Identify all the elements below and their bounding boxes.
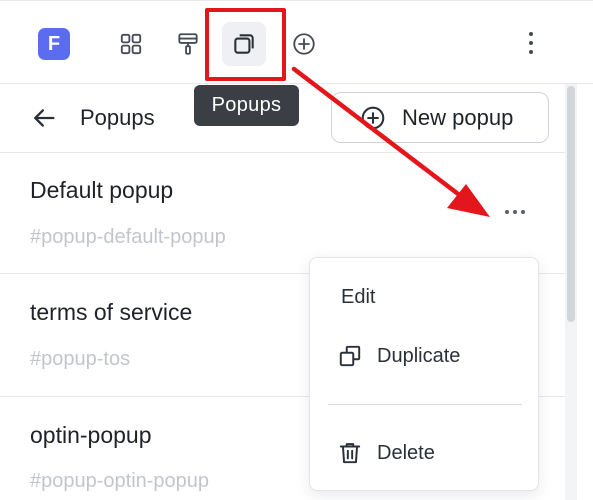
paint-roller-button[interactable] (166, 22, 210, 66)
divider (0, 152, 566, 153)
plus-circle-icon (361, 106, 385, 129)
app-window: F Popups Popups New popup Default popup … (0, 0, 593, 500)
popup-slug: #popup-optin-popup (30, 470, 210, 492)
popup-slug: #popup-default-popup (30, 226, 226, 248)
menu-item-delete[interactable]: Delete (310, 433, 538, 473)
more-horizontal-icon[interactable] (498, 202, 532, 222)
trash-icon (339, 443, 361, 464)
top-toolbar: F (0, 0, 593, 84)
grid-icon (120, 33, 142, 55)
app-logo[interactable]: F (38, 28, 70, 60)
menu-separator (328, 404, 522, 405)
grid-icon-button[interactable] (109, 22, 153, 66)
popup-title[interactable]: terms of service (30, 299, 192, 326)
add-button[interactable] (282, 22, 326, 66)
menu-item-label: Edit (341, 285, 376, 308)
new-popup-button[interactable]: New popup (331, 92, 549, 143)
panel-title: Popups (80, 105, 155, 130)
menu-item-label: Delete (377, 441, 435, 464)
duplicate-icon (339, 345, 361, 367)
popup-title[interactable]: Default popup (30, 177, 173, 204)
plus-circle-icon (293, 33, 315, 55)
menu-item-edit[interactable]: Edit (310, 277, 538, 317)
back-arrow-icon[interactable] (30, 104, 58, 132)
menu-item-duplicate[interactable]: Duplicate (310, 336, 538, 376)
new-popup-label: New popup (402, 104, 514, 130)
window-edge (577, 84, 593, 500)
kebab-vertical-icon[interactable] (517, 28, 545, 58)
menu-item-label: Duplicate (377, 344, 461, 367)
popup-slug: #popup-tos (30, 348, 131, 370)
scrollbar-thumb[interactable] (567, 86, 575, 322)
context-menu: Edit Duplicate Delete (309, 257, 539, 491)
paint-roller-icon (178, 33, 198, 55)
popup-title[interactable]: optin-popup (30, 422, 152, 449)
annotation-highlight-box (205, 8, 286, 81)
popups-tooltip: Popups (194, 85, 299, 126)
